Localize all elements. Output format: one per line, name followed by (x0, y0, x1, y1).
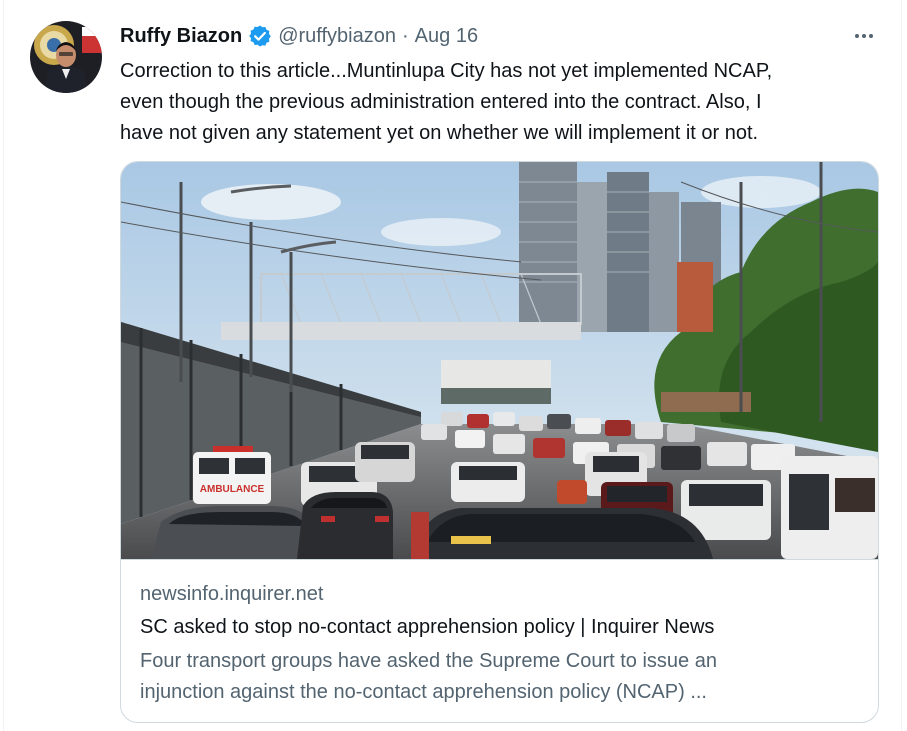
card-description: Four transport groups have asked the Sup… (140, 646, 859, 708)
header-separator: · (402, 24, 409, 47)
more-horizontal-icon[interactable] (849, 21, 879, 51)
link-preview-card[interactable]: AMBULANCE newsinfo.inquirer.net SC asked… (120, 161, 879, 723)
author-handle[interactable]: @ruffybiazon (278, 25, 396, 48)
tweet[interactable]: Ruffy Biazon @ruffybiazon · Aug 16 Corre… (3, 0, 902, 731)
tweet-text: Correction to this article...Muntinlupa … (120, 56, 880, 149)
tweet-text-line: have not given any statement yet on whet… (120, 122, 759, 144)
verified-badge-icon (248, 24, 272, 48)
tweet-text-line: even though the previous administration … (120, 91, 762, 113)
author-display-name[interactable]: Ruffy Biazon (120, 25, 242, 48)
tweet-text-line: Correction to this article...Muntinlupa … (120, 60, 773, 82)
card-body[interactable]: newsinfo.inquirer.net SC asked to stop n… (121, 559, 878, 708)
tweet-header: Ruffy Biazon @ruffybiazon · Aug 16 (120, 23, 478, 49)
card-photo-traffic[interactable]: AMBULANCE (121, 162, 878, 559)
author-avatar[interactable] (30, 21, 102, 93)
card-description-line: injunction against the no-contact appreh… (140, 681, 707, 703)
ambulance-sign-text: AMBULANCE (200, 484, 265, 495)
card-description-line: Four transport groups have asked the Sup… (140, 650, 717, 672)
tweet-timestamp[interactable]: Aug 16 (415, 25, 478, 48)
card-title: SC asked to stop no-contact apprehension… (140, 616, 715, 638)
card-domain: newsinfo.inquirer.net (140, 583, 324, 605)
